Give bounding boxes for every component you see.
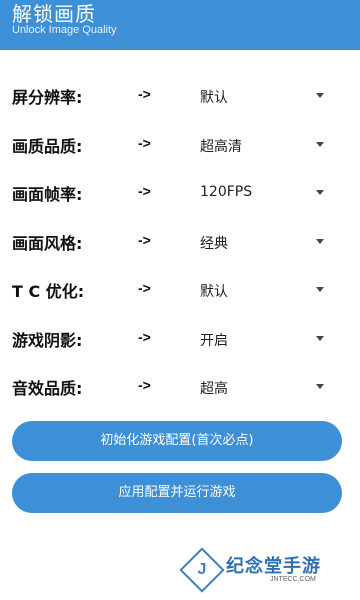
caret-down-icon	[316, 93, 324, 98]
arrow-text: ->	[138, 377, 151, 393]
caret-down-icon	[316, 335, 324, 341]
tc-optimize-dropdown[interactable]: 默认	[196, 272, 330, 306]
setting-label: T C 优化:	[12, 282, 85, 301]
apply-and-run-button[interactable]: 应用配置并运行游戏	[12, 473, 342, 513]
caret-down-icon	[316, 190, 324, 195]
setting-label: 屏分辨率:	[12, 88, 83, 107]
setting-row-shadow: 游戏阴影: -> 开启	[0, 315, 360, 364]
watermark: J 纪念堂手游 JNTECC.COM	[179, 546, 360, 600]
app-header: 解锁画质 Unlock Image Quality	[0, 0, 360, 50]
setting-label: 画面帧率:	[12, 185, 83, 204]
setting-row-tc-optimize: T C 优化: -> 默认	[0, 266, 360, 315]
arrow-text: ->	[138, 183, 151, 199]
caret-down-icon	[316, 238, 324, 244]
caret-down-icon	[316, 141, 324, 147]
caret-down-icon	[316, 384, 324, 389]
audio-dropdown[interactable]: 超高	[196, 369, 330, 403]
init-config-button[interactable]: 初始化游戏配置(首次必点)	[12, 421, 342, 461]
dropdown-value: 开启	[200, 332, 228, 349]
arrow-text: ->	[138, 328, 151, 345]
settings-list: 屏分辨率: -> 默认 画质品质: -> 超高清 画面帧率: -> 120FPS…	[0, 72, 360, 412]
setting-row-style: 画面风格: -> 经典	[0, 218, 360, 267]
arrow-text: ->	[138, 231, 151, 248]
setting-label: 音效品质:	[12, 379, 83, 398]
dropdown-value: 默认	[200, 90, 228, 106]
logo-icon: J	[179, 547, 225, 593]
framerate-dropdown[interactable]: 120FPS	[196, 175, 330, 209]
setting-row-framerate: 画面帧率: -> 120FPS	[0, 169, 360, 218]
page-subtitle: Unlock Image Quality	[12, 24, 117, 36]
shadow-dropdown[interactable]: 开启	[196, 321, 330, 355]
page-title: 解锁画质	[12, 2, 96, 26]
setting-label: 游戏阴影:	[12, 330, 83, 350]
watermark-text: 纪念堂手游	[226, 556, 321, 577]
setting-label: 画质品质:	[12, 136, 83, 156]
setting-row-resolution: 屏分辨率: -> 默认	[0, 72, 360, 121]
arrow-text: ->	[138, 86, 151, 102]
watermark-url: JNTECC.COM	[270, 576, 316, 583]
dropdown-value: 经典	[200, 235, 228, 252]
dropdown-value: 超高	[200, 381, 228, 397]
resolution-dropdown[interactable]: 默认	[196, 78, 330, 112]
dropdown-value: 超高清	[200, 138, 242, 155]
setting-row-quality: 画质品质: -> 超高清	[0, 121, 360, 170]
dropdown-value: 120FPS	[200, 184, 253, 200]
setting-label: 画面风格:	[12, 233, 83, 253]
style-dropdown[interactable]: 经典	[196, 224, 330, 258]
arrow-text: ->	[138, 280, 151, 296]
caret-down-icon	[316, 287, 324, 292]
quality-dropdown[interactable]: 超高清	[196, 127, 330, 161]
dropdown-value: 默认	[200, 284, 228, 300]
arrow-text: ->	[138, 134, 151, 151]
setting-row-audio: 音效品质: -> 超高	[0, 363, 360, 412]
